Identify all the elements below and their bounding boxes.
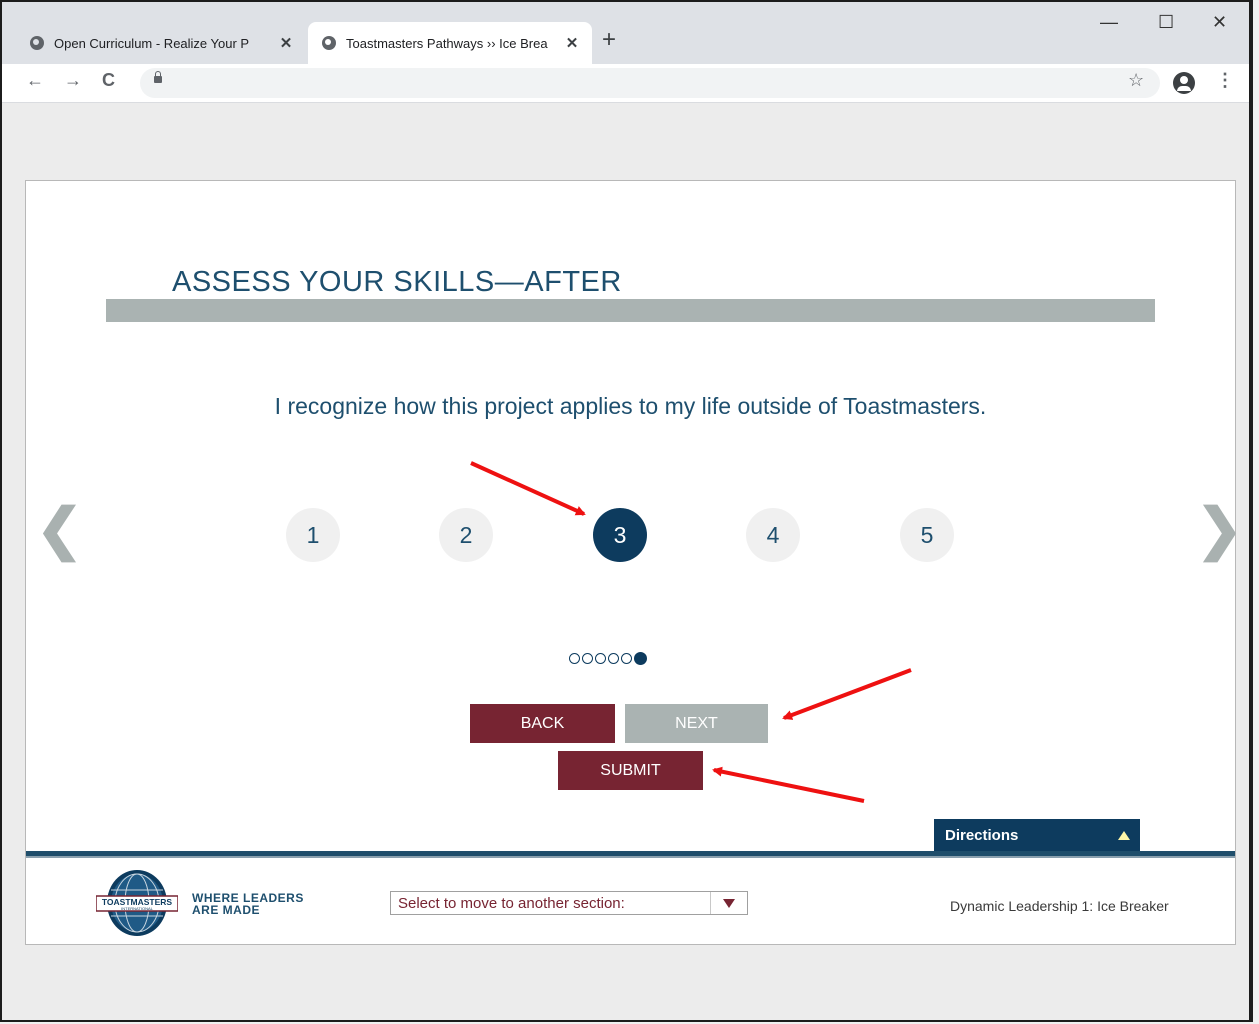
annotation-arrows (470, 461, 912, 803)
browser-window: Open Curriculum - Realize Your P ✕ Toast… (0, 0, 1253, 1022)
annotation-arrow-submit (712, 766, 865, 803)
annotation-arrow-rating (470, 461, 586, 516)
annotation-arrow-next (782, 668, 912, 720)
